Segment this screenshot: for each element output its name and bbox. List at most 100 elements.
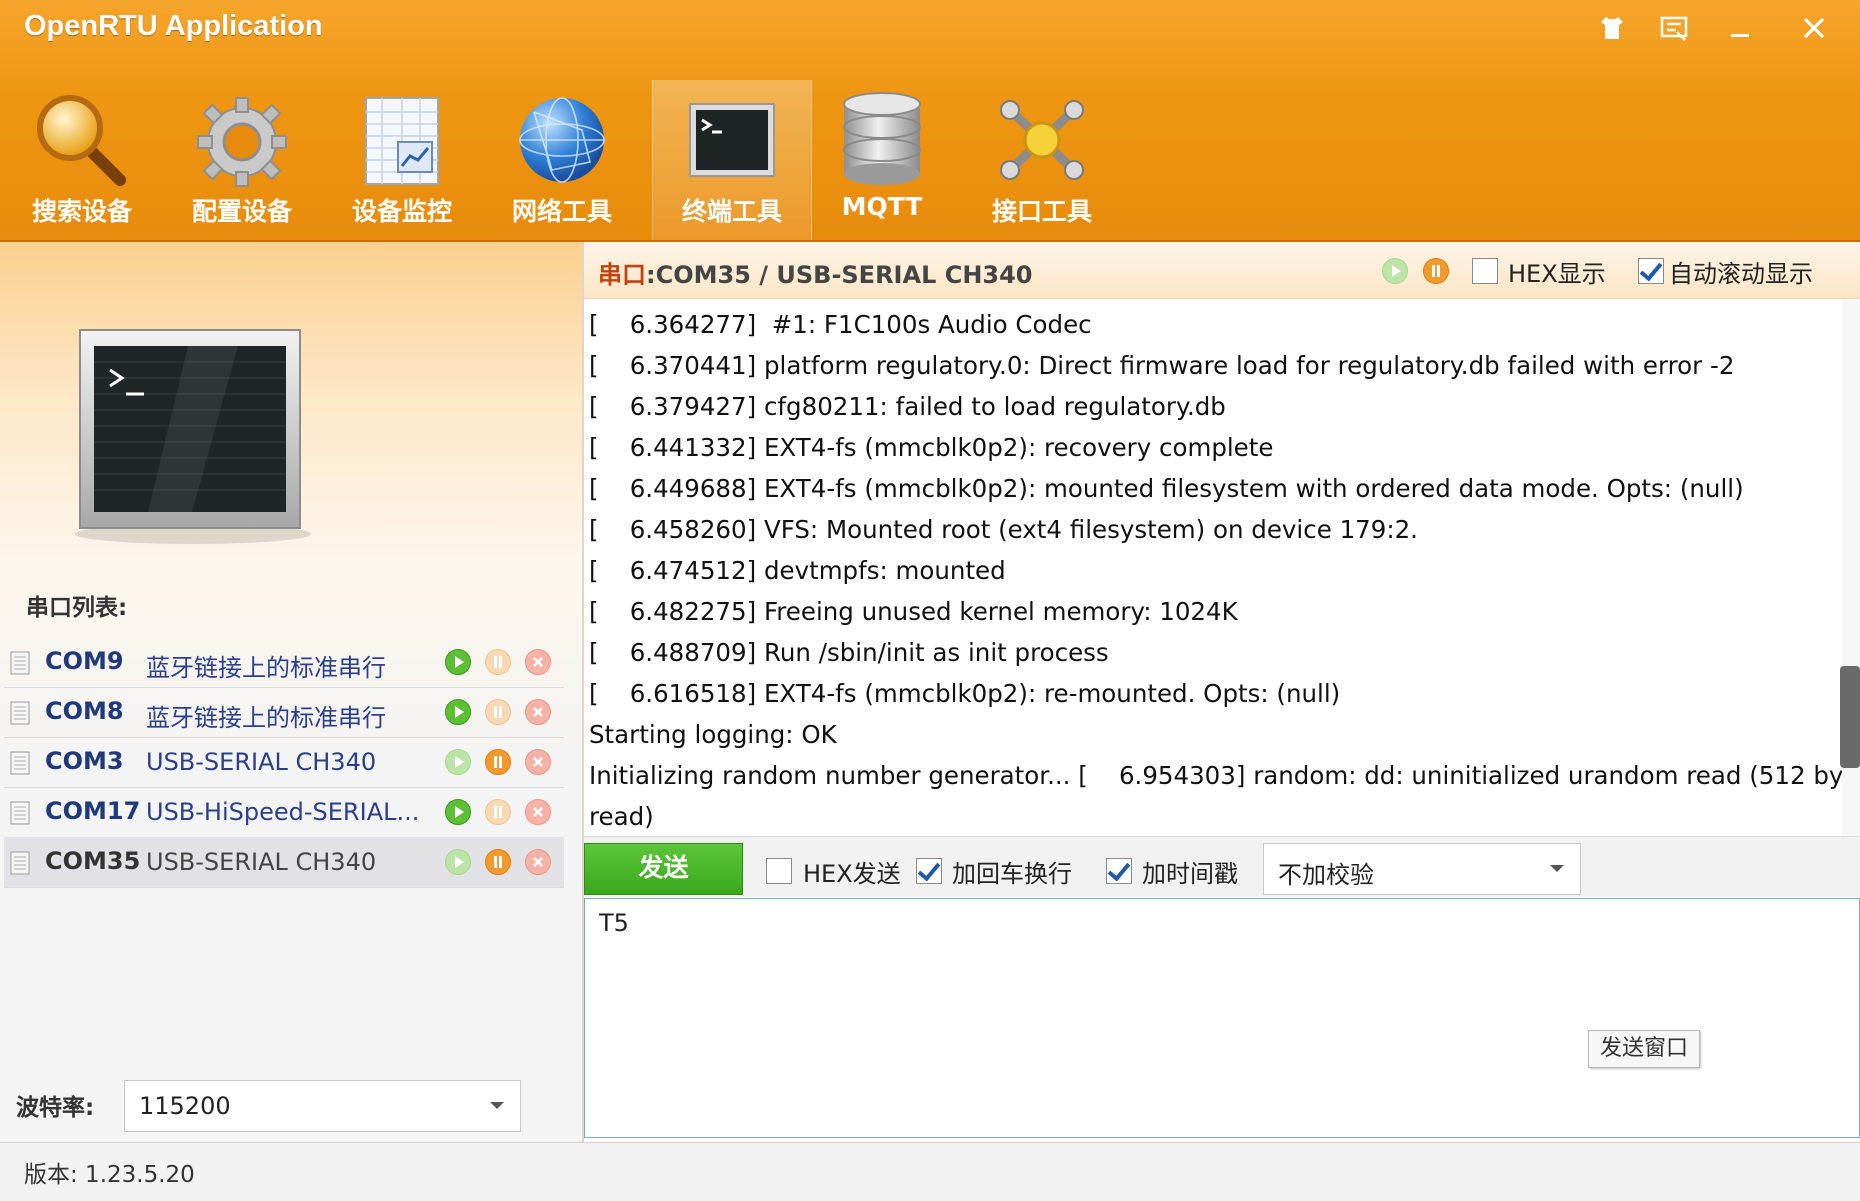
pause-icon[interactable]	[484, 798, 512, 826]
port-list-icon	[10, 751, 30, 775]
crlf-label: 加回车换行	[952, 860, 1072, 888]
terminal-line: [ 6.458260] VFS: Mounted root (ext4 file…	[589, 515, 1418, 544]
port-list-icon	[10, 851, 30, 875]
tool-label: 网络工具	[511, 197, 612, 226]
terminal-line: [ 6.488709] Run /sbin/init as init proce…	[589, 638, 1109, 667]
scrollbar-thumb[interactable]	[1840, 666, 1860, 768]
hex-send-label: HEX发送	[803, 860, 901, 888]
terminal-line: [ 6.379427] cfg80211: failed to load reg…	[589, 392, 1226, 421]
terminal-line: [ 6.441332] EXT4-fs (mmcblk0p2): recover…	[589, 433, 1274, 462]
close-port-icon[interactable]	[524, 698, 552, 726]
spreadsheet-icon	[365, 97, 439, 185]
port-name: COM35	[45, 847, 141, 875]
port-desc: USB-SERIAL CH340	[146, 748, 377, 776]
hex-display-label: HEX显示	[1508, 260, 1606, 288]
tool-interface[interactable]: 接口工具	[963, 80, 1121, 240]
magnifier-icon	[37, 95, 126, 186]
baud-rate-select[interactable]: 115200	[124, 1080, 521, 1132]
terminal-line: [ 6.474512] devtmpfs: mounted	[589, 556, 1006, 585]
tool-label: 搜索设备	[31, 197, 132, 226]
minimize-icon[interactable]	[1716, 6, 1764, 50]
tool-label: 终端工具	[681, 197, 782, 226]
port-name: COM8	[45, 697, 124, 725]
port-desc: 蓝牙链接上的标准串行	[146, 704, 386, 732]
chevron-down-icon	[490, 1102, 504, 1109]
pause-icon[interactable]	[484, 698, 512, 726]
pause-icon[interactable]	[484, 848, 512, 876]
terminal-line: [ 6.482275] Freeing unused kernel memory…	[589, 597, 1238, 626]
port-list-icon	[10, 701, 30, 725]
crlf-checkbox[interactable]	[916, 858, 942, 884]
tool-label: 设备监控	[351, 197, 452, 226]
pause-icon[interactable]	[484, 648, 512, 676]
tool-label: MQTT	[841, 192, 923, 221]
port-desc: USB-HiSpeed-SERIAL...	[146, 798, 420, 826]
pause-icon[interactable]	[484, 748, 512, 776]
tool-config-device[interactable]: 配置设备	[163, 80, 321, 240]
tool-device-monitor[interactable]: 设备监控	[323, 80, 481, 240]
hex-display-checkbox[interactable]	[1472, 258, 1498, 284]
play-icon[interactable]	[444, 698, 472, 726]
terminal-line: Starting logging: OK	[589, 720, 837, 749]
port-list-title: 串口列表:	[26, 595, 128, 621]
play-icon[interactable]	[444, 798, 472, 826]
play-icon[interactable]	[1381, 257, 1409, 285]
port-row[interactable]: COM3 USB-SERIAL CH340	[4, 737, 564, 788]
tool-label: 配置设备	[191, 197, 292, 226]
port-name: COM17	[45, 797, 141, 825]
terminal-illustration-icon	[75, 329, 311, 544]
close-port-icon[interactable]	[524, 848, 552, 876]
checksum-select[interactable]: 不加校验	[1263, 843, 1581, 895]
terminal-line: [ 6.364277] #1: F1C100s Audio Codec	[589, 310, 1092, 339]
send-input[interactable]: T5	[584, 898, 1860, 1138]
tool-terminal[interactable]: 终端工具	[652, 80, 812, 240]
port-row[interactable]: COM8 蓝牙链接上的标准串行	[4, 687, 564, 738]
pause-icon[interactable]	[1422, 257, 1450, 285]
port-name: COM9	[45, 647, 124, 675]
baud-rate-label: 波特率:	[16, 1095, 95, 1121]
app-title: OpenRTU Application	[24, 10, 323, 42]
tool-network[interactable]: 网络工具	[483, 80, 641, 240]
close-port-icon[interactable]	[524, 798, 552, 826]
port-desc: USB-SERIAL CH340	[146, 848, 377, 876]
status-bar: 版本: 1.23.5.20	[0, 1142, 1860, 1201]
port-row-selected[interactable]: COM35 USB-SERIAL CH340	[4, 837, 564, 888]
port-title: 串口:COM35 / USB-SERIAL CH340	[598, 255, 1033, 290]
terminal-line: [ 6.616518] EXT4-fs (mmcblk0p2): re-moun…	[589, 679, 1341, 708]
port-name: COM3	[45, 747, 124, 775]
close-icon[interactable]	[1790, 6, 1838, 50]
auto-scroll-label: 自动滚动显示	[1669, 260, 1813, 288]
message-icon[interactable]	[1650, 6, 1698, 50]
hex-send-checkbox[interactable]	[766, 858, 792, 884]
port-row[interactable]: COM17 USB-HiSpeed-SERIAL...	[4, 787, 564, 838]
close-port-icon[interactable]	[524, 648, 552, 676]
port-desc: 蓝牙链接上的标准串行	[146, 654, 386, 682]
close-port-icon[interactable]	[524, 748, 552, 776]
timestamp-label: 加时间戳	[1142, 860, 1238, 888]
tool-search-device[interactable]: 搜索设备	[3, 80, 161, 240]
terminal-line: [ 6.370441] platform regulatory.0: Direc…	[589, 351, 1735, 380]
port-row[interactable]: COM9 蓝牙链接上的标准串行	[4, 637, 564, 688]
skin-icon[interactable]	[1588, 6, 1636, 50]
play-icon[interactable]	[444, 748, 472, 776]
send-window-tooltip: 发送窗口	[1588, 1030, 1700, 1068]
play-icon[interactable]	[444, 848, 472, 876]
terminal-output[interactable]: [ 6.364277] #1: F1C100s Audio Codec [ 6.…	[584, 300, 1842, 836]
tool-mqtt[interactable]: MQTT	[803, 80, 961, 240]
port-prefix: 串口	[598, 261, 646, 289]
version-text: 版本: 1.23.5.20	[24, 1162, 195, 1188]
chevron-down-icon	[1550, 865, 1564, 872]
database-icon	[843, 92, 921, 185]
send-button[interactable]: 发送	[584, 843, 743, 895]
play-icon[interactable]	[444, 648, 472, 676]
tools-icon	[1000, 100, 1084, 180]
port-list-icon	[10, 801, 30, 825]
tool-label: 接口工具	[991, 197, 1092, 226]
terminal-icon	[689, 103, 775, 177]
auto-scroll-checkbox[interactable]	[1638, 258, 1664, 284]
timestamp-checkbox[interactable]	[1106, 858, 1132, 884]
terminal-line: [ 6.449688] EXT4-fs (mmcblk0p2): mounted…	[589, 474, 1744, 503]
checksum-value: 不加校验	[1278, 861, 1374, 889]
terminal-line: Initializing random number generator... …	[589, 761, 1842, 790]
baud-rate-value: 115200	[139, 1092, 231, 1120]
